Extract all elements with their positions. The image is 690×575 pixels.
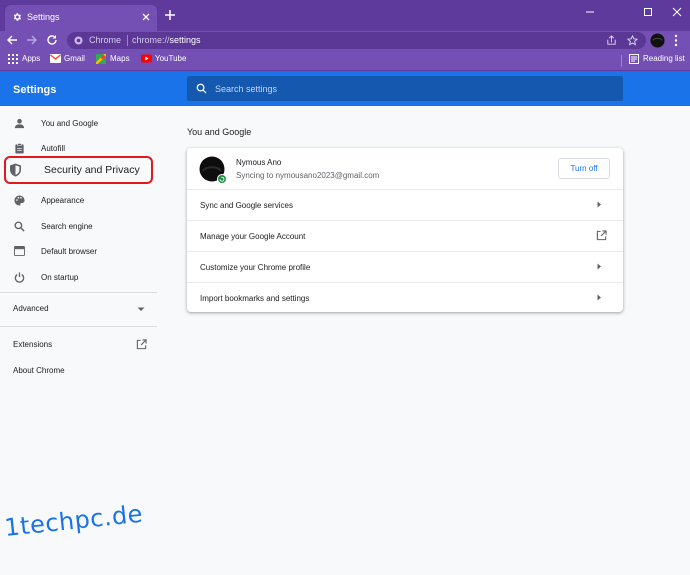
advanced-label: Advanced bbox=[13, 304, 49, 313]
new-tab-icon[interactable] bbox=[164, 9, 176, 21]
turn-off-sync-button[interactable]: Turn off bbox=[558, 158, 610, 179]
chevron-right-icon bbox=[597, 263, 602, 270]
power-icon bbox=[14, 272, 25, 283]
sidebar-about-chrome[interactable]: About Chrome bbox=[0, 360, 157, 382]
bookmark-star-icon[interactable] bbox=[627, 35, 638, 46]
reading-list-icon bbox=[629, 54, 639, 64]
row-label: Manage your Google Account bbox=[200, 232, 306, 241]
palette-icon bbox=[14, 195, 25, 206]
account-sync-status: Syncing to nymousano2023@gmail.com bbox=[236, 171, 380, 180]
sidebar-item-default-browser[interactable]: Default browser bbox=[0, 240, 157, 264]
about-chrome-label: About Chrome bbox=[13, 366, 65, 375]
sidebar-divider bbox=[0, 292, 157, 293]
sidebar-item-label: Autofill bbox=[41, 144, 66, 153]
profile-avatar[interactable] bbox=[650, 33, 665, 48]
reading-list-label: Reading list bbox=[643, 54, 685, 63]
tab-settings[interactable]: Settings bbox=[5, 5, 157, 31]
extensions-label: Extensions bbox=[13, 340, 53, 349]
sidebar-item-label: Search engine bbox=[41, 222, 93, 231]
bookmark-label: Apps bbox=[22, 54, 41, 63]
watermark: 1techpc.de bbox=[3, 499, 145, 542]
sidebar-item-you-and-google[interactable]: You and Google bbox=[0, 112, 157, 136]
sidebar-extensions[interactable]: Extensions bbox=[0, 334, 157, 356]
tab-close-icon[interactable] bbox=[140, 11, 152, 23]
back-arrow-icon[interactable] bbox=[5, 33, 19, 47]
bookmark-label: Gmail bbox=[64, 54, 85, 63]
chevron-right-icon bbox=[597, 294, 602, 301]
chevron-right-icon bbox=[597, 201, 602, 208]
forward-arrow-icon[interactable] bbox=[25, 33, 39, 47]
sidebar-item-label: On startup bbox=[41, 273, 79, 282]
person-icon bbox=[14, 118, 25, 129]
clipboard-icon bbox=[14, 143, 25, 154]
bookmarks-bar: Apps Gmail Maps YouTube Reading list bbox=[0, 50, 690, 71]
youtube-icon bbox=[141, 54, 152, 63]
url-scheme: chrome:// bbox=[132, 35, 170, 45]
open-external-icon bbox=[596, 230, 607, 241]
bookmark-label: Maps bbox=[110, 54, 130, 63]
sidebar-divider bbox=[0, 326, 157, 327]
chrome-site-icon bbox=[74, 36, 83, 45]
you-and-google-card: Nymous Ano Syncing to nymousano2023@gmai… bbox=[187, 148, 623, 312]
address-bar[interactable]: Chrome chrome://settings bbox=[67, 32, 646, 49]
row-import-bookmarks[interactable]: Import bookmarks and settings bbox=[187, 282, 623, 312]
row-label: Sync and Google services bbox=[200, 201, 293, 210]
menu-kebab-icon[interactable] bbox=[673, 34, 679, 47]
url-text: chrome://settings bbox=[132, 35, 201, 45]
account-avatar bbox=[199, 156, 227, 184]
sidebar-item-label: Appearance bbox=[41, 196, 85, 205]
open-external-icon bbox=[136, 339, 147, 350]
search-icon bbox=[196, 83, 207, 94]
apps-grid-icon bbox=[8, 54, 18, 64]
search-input[interactable] bbox=[215, 81, 605, 96]
sidebar-item-appearance[interactable]: Appearance bbox=[0, 189, 157, 213]
chevron-down-icon bbox=[137, 307, 145, 312]
highlight-annotation bbox=[4, 156, 153, 184]
toolbar: Chrome chrome://settings bbox=[0, 31, 690, 50]
section-title: You and Google bbox=[187, 127, 252, 137]
title-bar: Settings bbox=[0, 0, 690, 31]
share-icon[interactable] bbox=[606, 35, 617, 46]
reload-icon[interactable] bbox=[45, 33, 59, 47]
address-separator bbox=[127, 35, 128, 46]
sidebar-item-search-engine[interactable]: Search engine bbox=[0, 215, 157, 239]
search-box[interactable] bbox=[187, 76, 623, 101]
gmail-icon bbox=[50, 54, 61, 63]
minimize-icon[interactable] bbox=[583, 5, 597, 19]
row-label: Import bookmarks and settings bbox=[200, 294, 310, 303]
row-customize-profile[interactable]: Customize your Chrome profile bbox=[187, 251, 623, 283]
tab-title: Settings bbox=[27, 12, 60, 22]
search-icon bbox=[14, 221, 25, 232]
site-chip: Chrome bbox=[89, 35, 122, 45]
row-label: Customize your Chrome profile bbox=[200, 263, 311, 272]
maps-icon bbox=[96, 54, 106, 64]
sidebar-advanced[interactable]: Advanced bbox=[0, 298, 157, 320]
row-sync-google-services[interactable]: Sync and Google services bbox=[187, 189, 623, 221]
account-name: Nymous Ano bbox=[236, 158, 282, 167]
maximize-icon[interactable] bbox=[641, 5, 655, 19]
close-icon[interactable] bbox=[670, 5, 684, 19]
url-path: settings bbox=[169, 35, 201, 45]
sidebar-item-on-startup[interactable]: On startup bbox=[0, 266, 157, 290]
row-manage-google-account[interactable]: Manage your Google Account bbox=[187, 220, 623, 252]
sidebar-item-label: You and Google bbox=[41, 119, 99, 128]
browser-icon bbox=[14, 246, 25, 256]
page-title: Settings bbox=[13, 84, 57, 96]
gear-icon bbox=[12, 12, 22, 22]
sidebar-item-label: Default browser bbox=[41, 247, 98, 256]
bookmarks-divider bbox=[621, 55, 622, 67]
bookmark-label: YouTube bbox=[155, 54, 187, 63]
